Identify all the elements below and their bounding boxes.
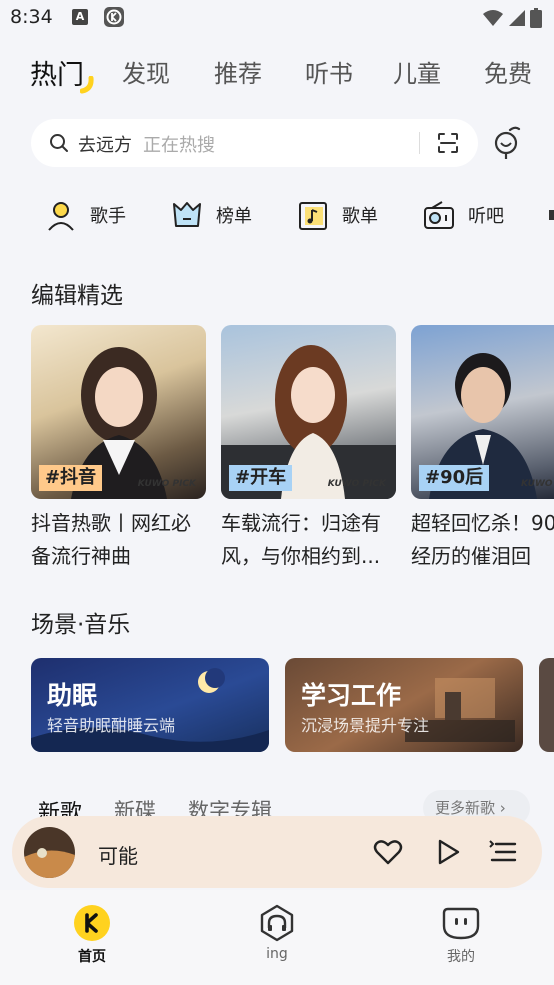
- chart-list-icon: [173, 202, 201, 227]
- editor-card-image: #90后 KUWO: [411, 325, 554, 499]
- a-box-icon: A: [72, 9, 88, 25]
- wifi-icon: [483, 10, 503, 26]
- tab-recommend[interactable]: 推荐: [214, 54, 262, 89]
- singer-icon: [48, 202, 74, 231]
- tab-hot[interactable]: 热门: [30, 53, 84, 92]
- tab-discover[interactable]: 发现: [122, 54, 170, 89]
- scene-card-next[interactable]: [539, 658, 554, 752]
- quick-entry-singer[interactable]: 歌手: [44, 195, 126, 235]
- now-playing-title: 可能: [98, 844, 138, 868]
- scene-music-title: 场景·音乐: [31, 612, 131, 638]
- search-bar[interactable]: 去远方 正在热搜: [31, 119, 478, 167]
- bottom-navigation: 首页 ing 我的: [0, 890, 554, 985]
- scene-card-subtitle: 沉浸场景提升专注: [301, 716, 430, 735]
- scene-card-subtitle: 轻音助眠酣睡云端: [47, 716, 176, 735]
- battery-icon: [530, 8, 542, 28]
- playlist-icon: [299, 202, 327, 230]
- headphone-icon: [260, 904, 294, 942]
- editor-card[interactable]: #90后 KUWO 超轻回忆杀！90后经历的催泪回: [411, 325, 554, 573]
- album-cover[interactable]: [24, 827, 75, 878]
- queue-icon[interactable]: [488, 837, 518, 867]
- editor-card-tag: #抖音: [39, 465, 103, 491]
- editor-card-image: #抖音 KUWO PICK: [31, 325, 206, 499]
- nav-home[interactable]: 首页: [52, 904, 132, 966]
- scene-card-title: 助眠: [47, 681, 98, 710]
- mini-player[interactable]: 可能: [12, 816, 542, 888]
- active-tab-indicator: [80, 76, 94, 94]
- editor-card-title: 超轻回忆杀！90后经历的催泪回: [411, 511, 554, 568]
- editor-card-tag: #开车: [229, 465, 293, 491]
- quick-entry-label: 歌手: [90, 206, 126, 227]
- home-kuwo-icon: [74, 905, 110, 941]
- quick-entry-label: 听吧: [468, 206, 504, 227]
- quick-entry-overflow: [549, 210, 554, 220]
- quick-entry-label: 歌单: [342, 206, 378, 227]
- search-divider: [419, 132, 420, 154]
- kuwo-home-screen: 8:34 A 热门 发现 推荐 听书 儿童 免费 去远方 正在热搜 歌手 榜单: [0, 0, 554, 985]
- scene-card-title: 学习工作: [301, 681, 402, 710]
- profile-face-icon: [442, 907, 480, 940]
- kuwo-app-icon: [104, 7, 124, 27]
- category-tabs: 热门 发现 推荐 听书 儿童 免费: [0, 54, 554, 94]
- status-time: 8:34: [10, 6, 53, 28]
- scene-card-sleep[interactable]: 助眠 轻音助眠酣睡云端: [31, 658, 269, 752]
- quick-entry-label: 榜单: [216, 206, 252, 227]
- nav-label: 我的: [447, 949, 475, 965]
- play-icon[interactable]: [433, 837, 463, 867]
- editor-card[interactable]: #开车 KUWO PICK 车载流行：归途有风，与你相约到...: [221, 325, 396, 573]
- editor-card-title: 抖音热歌丨网红必备流行神曲: [31, 511, 191, 568]
- quick-entry-playlist[interactable]: 歌单: [296, 195, 378, 235]
- tab-kids[interactable]: 儿童: [393, 54, 441, 89]
- heart-icon[interactable]: [373, 837, 403, 867]
- status-bar: 8:34 A: [0, 0, 554, 36]
- scan-icon[interactable]: [437, 132, 459, 154]
- nav-label: 首页: [78, 949, 106, 965]
- status-right-icons: [482, 8, 542, 28]
- nav-label: ing: [266, 946, 288, 962]
- search-input[interactable]: 去远方: [78, 131, 132, 157]
- editor-card-pick: KUWO: [521, 479, 553, 489]
- quick-entry-charts[interactable]: 榜单: [170, 195, 252, 235]
- radio-icon: [424, 201, 454, 229]
- editor-card[interactable]: #抖音 KUWO PICK 抖音热歌丨网红必备流行神曲: [31, 325, 206, 573]
- tab-free[interactable]: 免费: [484, 54, 554, 89]
- search-hint: 正在热搜: [143, 135, 215, 156]
- editor-card-pick: KUWO PICK: [327, 479, 386, 489]
- tab-audiobook[interactable]: 听书: [305, 54, 353, 89]
- nav-profile[interactable]: 我的: [421, 904, 501, 966]
- editor-card-image: #开车 KUWO PICK: [221, 325, 396, 499]
- nav-ing[interactable]: ing: [237, 904, 317, 962]
- search-icon: [50, 134, 68, 152]
- album-cover-image: [24, 827, 75, 878]
- editor-card-title: 车载流行：归途有风，与你相约到...: [221, 511, 381, 568]
- voice-search-icon[interactable]: [490, 124, 524, 162]
- editor-card-pick: KUWO PICK: [137, 479, 196, 489]
- quick-entry-radio[interactable]: 听吧: [422, 195, 504, 235]
- scene-card-study[interactable]: 学习工作 沉浸场景提升专注: [285, 658, 523, 752]
- editor-card-tag: #90后: [419, 465, 490, 491]
- signal-icon: [509, 10, 525, 26]
- editor-picks-title: 编辑精选: [31, 283, 123, 309]
